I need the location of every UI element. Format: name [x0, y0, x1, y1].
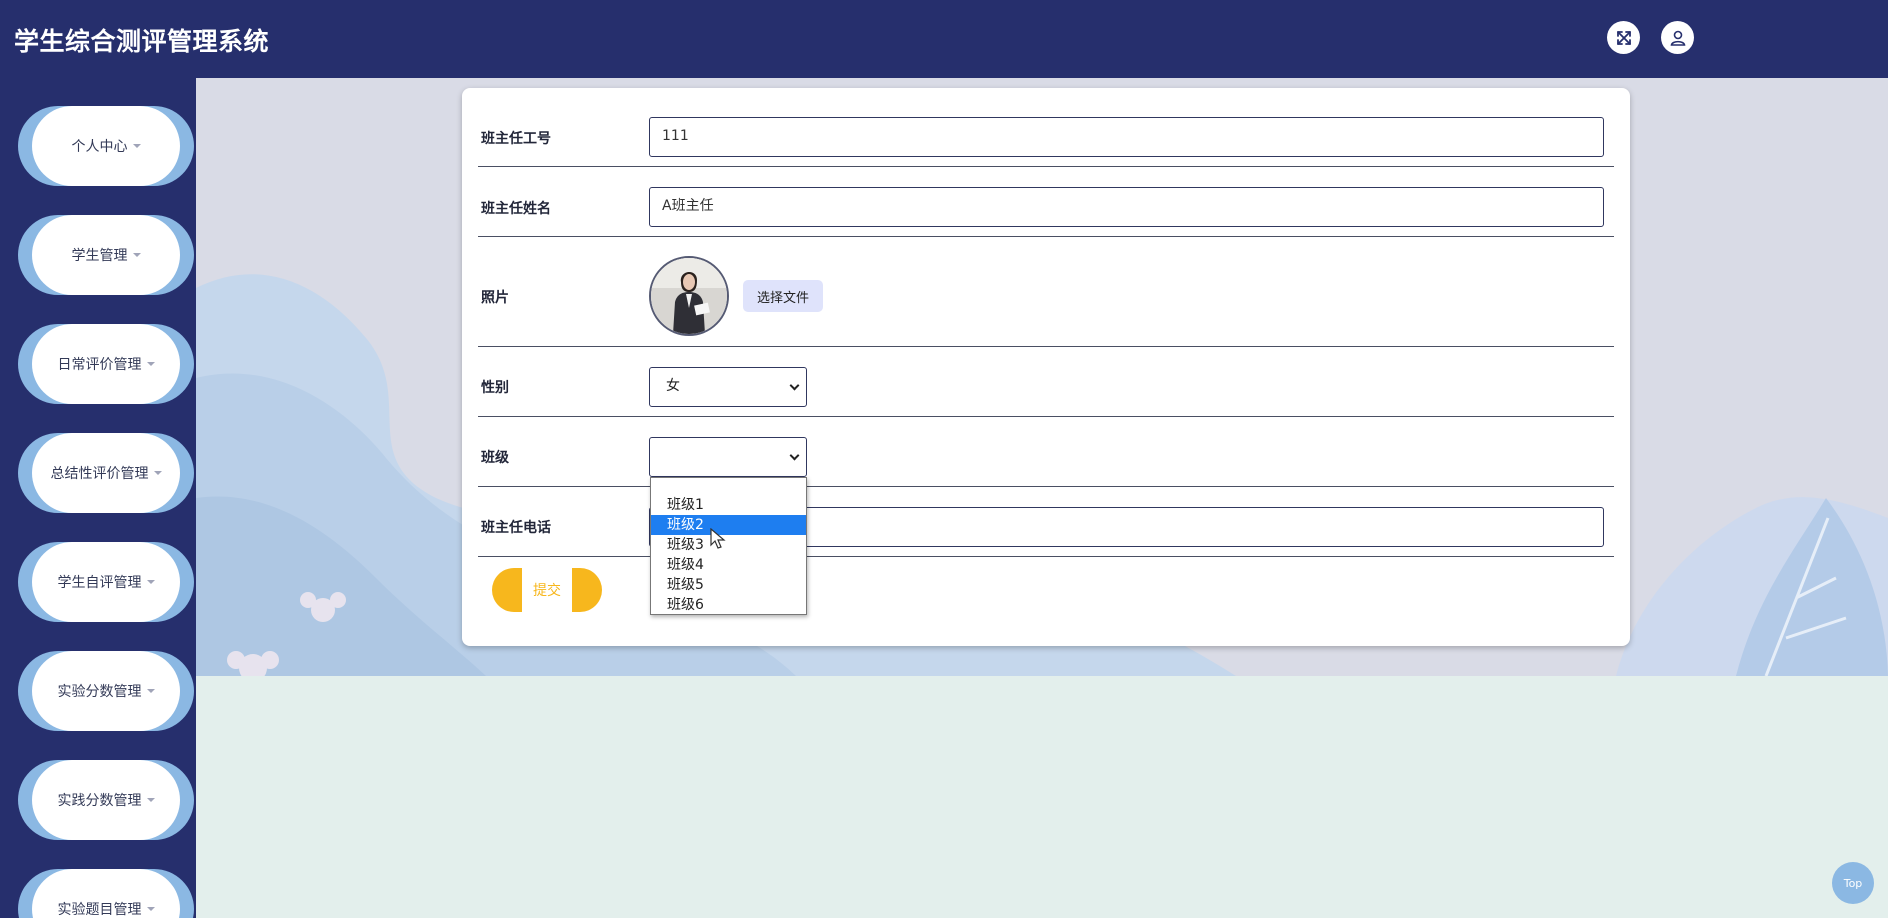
sidebar-item-self-evaluation[interactable]: 学生自评管理 [18, 542, 196, 622]
dropdown-option[interactable]: 班级3 [651, 535, 806, 555]
teacher-name-input[interactable]: A班主任 [649, 187, 1604, 227]
dropdown-option[interactable]: 班级4 [651, 555, 806, 575]
photo-avatar [649, 256, 729, 336]
caret-down-icon [146, 798, 155, 802]
phone-label: 班主任电话 [481, 520, 551, 536]
caret-down-icon [146, 689, 155, 693]
caret-down-icon [146, 362, 155, 366]
sidebar-item-daily-evaluation[interactable]: 日常评价管理 [18, 324, 196, 404]
row-divider [478, 166, 1614, 167]
sidebar-item-label: 学生自评管理 [57, 575, 142, 591]
class-select[interactable] [649, 437, 807, 477]
caret-down-icon [132, 144, 141, 148]
user-icon[interactable] [1661, 21, 1694, 54]
choose-file-button[interactable]: 选择文件 [743, 280, 823, 312]
row-divider [478, 486, 1614, 487]
sidebar-item-student-management[interactable]: 学生管理 [18, 215, 196, 295]
sidebar-item-label: 日常评价管理 [57, 357, 142, 373]
chevron-down-icon [789, 450, 800, 461]
sidebar-item-label: 总结性评价管理 [50, 466, 149, 482]
sidebar: 个人中心 学生管理 日常评价管理 总结性评价管理 学生自评管理 实验分数管理 实… [0, 78, 196, 918]
chevron-down-icon [789, 380, 800, 391]
sidebar-item-personal-center[interactable]: 个人中心 [18, 106, 196, 186]
caret-down-icon [132, 253, 141, 257]
dropdown-option[interactable]: 班级1 [651, 495, 806, 515]
class-label: 班级 [481, 450, 509, 466]
dropdown-option[interactable]: 班级6 [651, 595, 806, 615]
sidebar-item-experiment-scores[interactable]: 实验分数管理 [18, 651, 196, 731]
mouse-cursor-icon [710, 527, 726, 554]
row-divider [478, 346, 1614, 347]
top-header: 学生综合测评管理系统 [0, 0, 1888, 78]
app-title: 学生综合测评管理系统 [14, 27, 270, 56]
teacher-id-input[interactable]: 111 [649, 117, 1604, 157]
sidebar-item-label: 个人中心 [71, 139, 128, 155]
submit-button[interactable]: 提交 [492, 568, 602, 612]
main-lower-area [196, 676, 1888, 918]
sidebar-item-label: 实验题目管理 [57, 902, 142, 918]
teacher-form-card: 班主任工号 111 班主任姓名 A班主任 照片 选择文件 性别 女 班级 班主任… [462, 88, 1630, 646]
sidebar-item-label: 实践分数管理 [57, 793, 142, 809]
caret-down-icon [146, 580, 155, 584]
class-dropdown-list: 班级1 班级2 班级3 班级4 班级5 班级6 [650, 477, 807, 615]
row-divider [478, 416, 1614, 417]
sidebar-item-summative-evaluation[interactable]: 总结性评价管理 [18, 433, 196, 513]
gender-label: 性别 [481, 380, 509, 396]
teacher-name-label: 班主任姓名 [481, 201, 551, 217]
dropdown-option-highlighted[interactable]: 班级2 [651, 515, 806, 535]
caret-down-icon [153, 471, 162, 475]
sidebar-item-label: 实验分数管理 [57, 684, 142, 700]
back-to-top-button[interactable]: Top [1832, 862, 1874, 904]
sidebar-item-label: 学生管理 [71, 248, 128, 264]
fullscreen-icon[interactable] [1607, 21, 1640, 54]
sidebar-item-practice-scores[interactable]: 实践分数管理 [18, 760, 196, 840]
gender-select-value: 女 [666, 378, 680, 394]
gender-select[interactable]: 女 [649, 367, 807, 407]
row-divider [478, 556, 1614, 557]
row-divider [478, 236, 1614, 237]
teacher-id-label: 班主任工号 [481, 131, 551, 147]
submit-button-label: 提交 [522, 568, 572, 612]
caret-down-icon [146, 907, 155, 911]
dropdown-option[interactable]: 班级5 [651, 575, 806, 595]
photo-label: 照片 [481, 290, 509, 306]
sidebar-item-experiment-topics[interactable]: 实验题目管理 [18, 869, 196, 918]
